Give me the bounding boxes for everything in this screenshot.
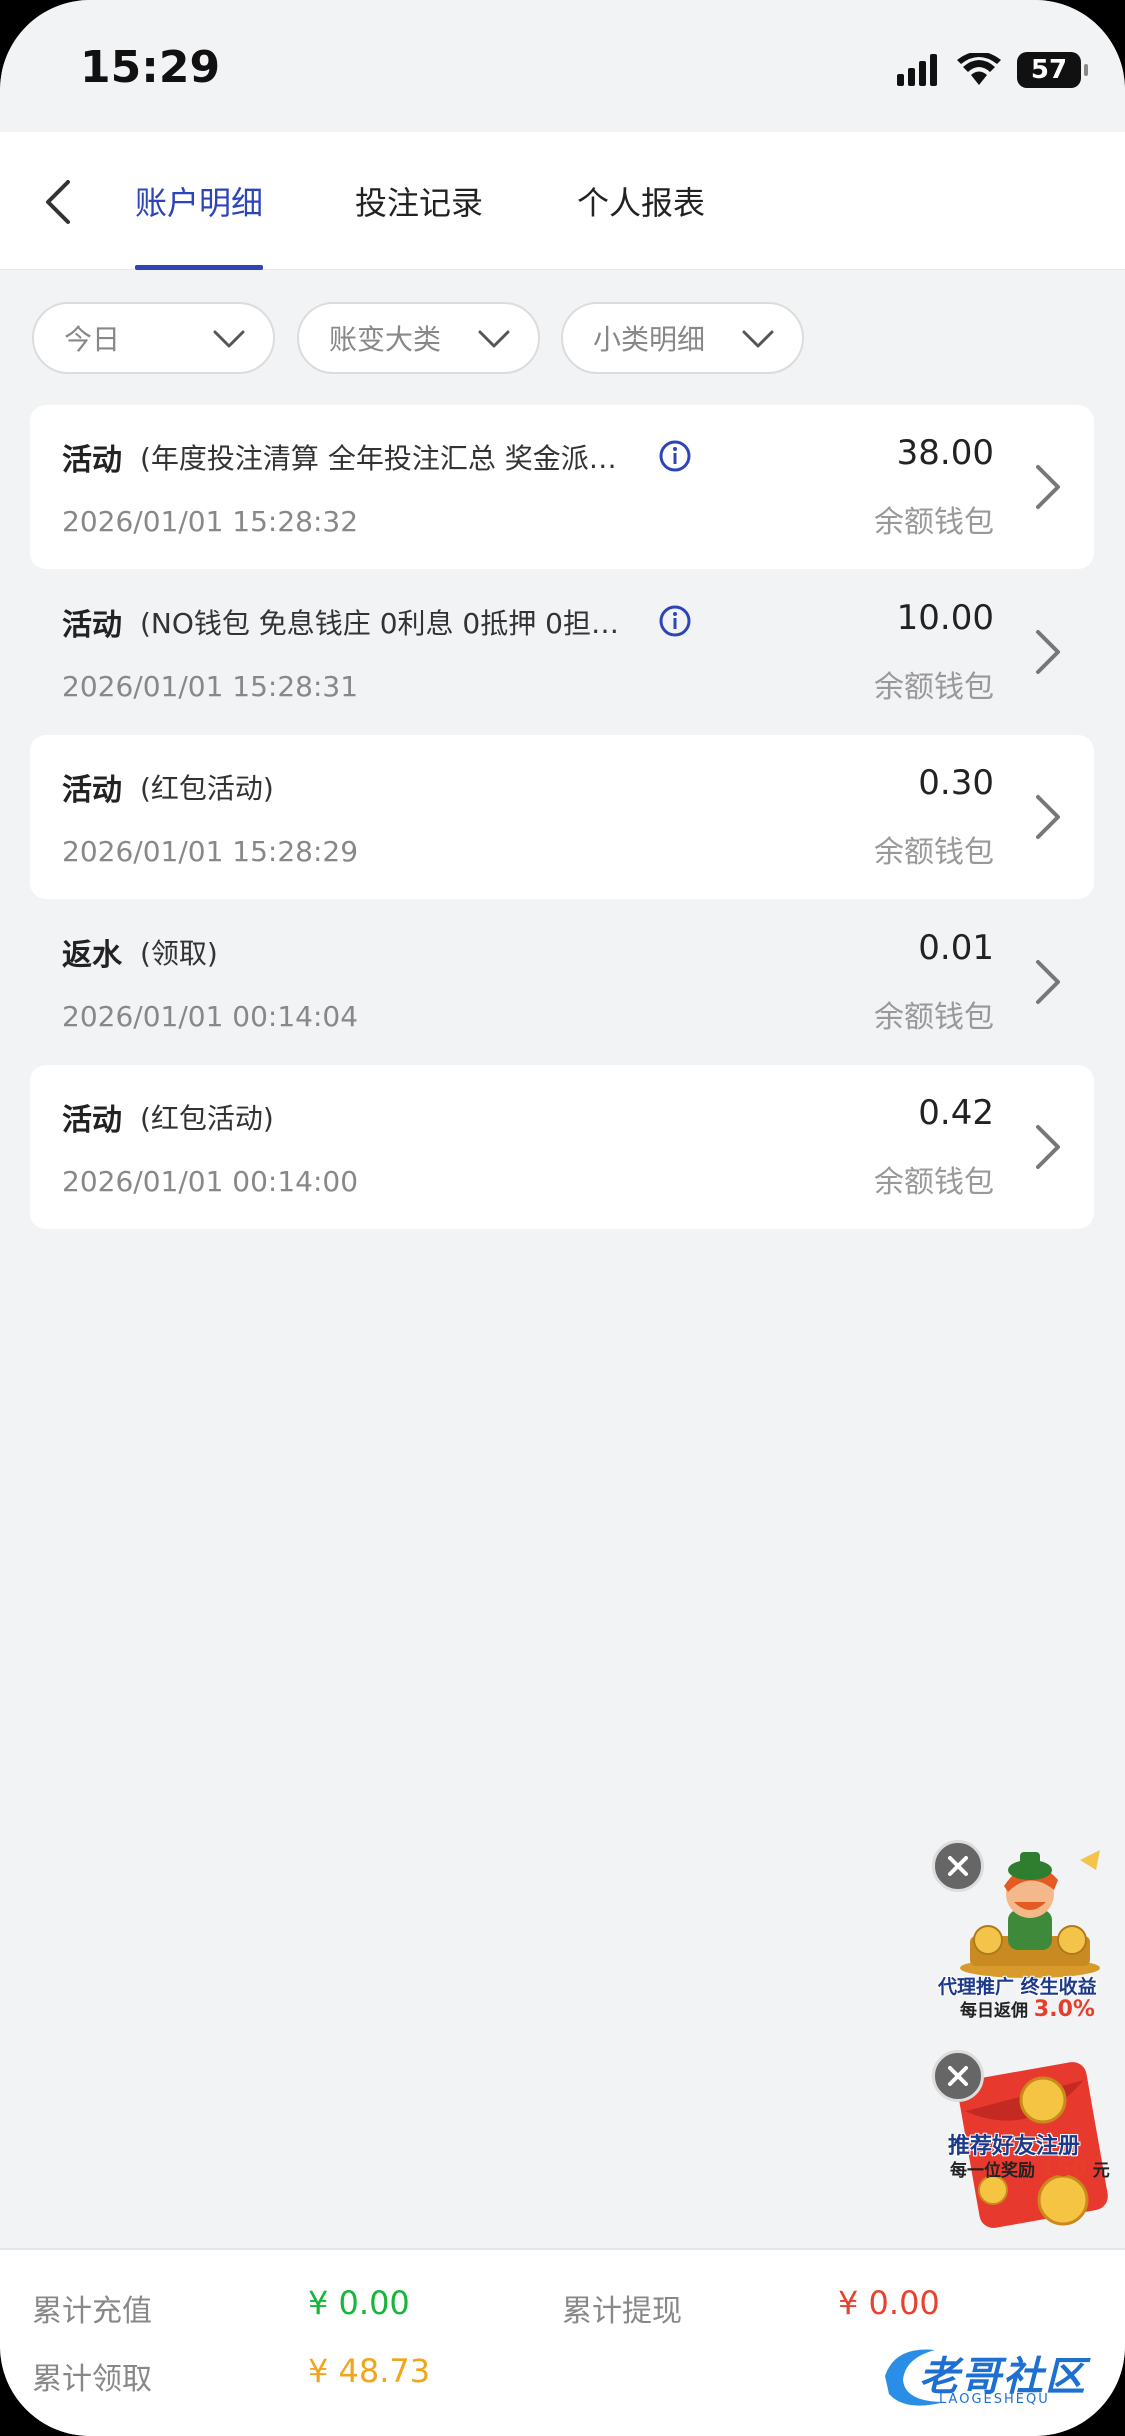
- filter-subcategory-dropdown[interactable]: 小类明细: [561, 302, 804, 374]
- list-item[interactable]: 活动 (年度投注清算 全年投注汇总 奖金派… 2026/01/01 15:28:…: [30, 405, 1094, 569]
- record-wallet: 余额钱包: [874, 1165, 994, 1200]
- promo-subline-suffix: 元: [1092, 2161, 1110, 2181]
- record-amount: 0.30: [918, 763, 994, 803]
- close-promo-button[interactable]: [932, 2050, 984, 2102]
- summary-footer: 累计充值 ¥ 0.00 累计提现 ¥ 0.00 累计领取 ¥ 48.73 老哥社…: [0, 2248, 1125, 2436]
- record-description: (红包活动): [140, 1102, 274, 1135]
- filter-label: 小类明细: [593, 323, 706, 356]
- tab-label: 个人报表: [577, 184, 706, 222]
- record-type: 活动: [62, 443, 122, 478]
- tab-bet-records[interactable]: 投注记录: [355, 178, 483, 270]
- list-item[interactable]: 活动 (红包活动) 2026/01/01 00:14:00 0.42 余额钱包: [30, 1065, 1094, 1229]
- record-time: 2026/01/01 00:14:04: [62, 1000, 359, 1033]
- promo-subline: 每日返佣 3.0%: [960, 1996, 1095, 2022]
- record-description: (红包活动): [140, 772, 274, 805]
- filter-label: 今日: [64, 323, 121, 356]
- active-tab-indicator: [135, 265, 264, 270]
- chevron-right-icon: [1036, 960, 1060, 1004]
- status-icons: 57: [897, 50, 1088, 90]
- total-withdraw-label: 累计提现: [562, 2294, 682, 2329]
- agent-promo-banner[interactable]: 代理推广 终生收益 每日返佣 3.0%: [930, 1840, 1120, 2022]
- status-bar: 15:29 57: [0, 0, 1125, 132]
- chevron-down-icon: [478, 330, 510, 348]
- chevron-right-icon: [1036, 1125, 1060, 1169]
- referral-promo-banner[interactable]: 推荐好友注册 每一位奖励 150 元: [930, 2050, 1120, 2230]
- total-withdraw-value: ¥ 0.00: [838, 2284, 940, 2322]
- chevron-down-icon: [213, 330, 245, 348]
- chevron-right-icon: [1036, 630, 1060, 674]
- close-promo-button[interactable]: [932, 1840, 984, 1892]
- close-icon: [948, 2066, 968, 2086]
- battery-icon: 57: [1017, 52, 1088, 88]
- record-amount: 38.00: [896, 433, 994, 473]
- record-wallet: 余额钱包: [874, 670, 994, 705]
- nav-header: 账户明细 投注记录 个人报表: [0, 132, 1125, 270]
- signal-icon: [897, 54, 937, 86]
- record-wallet: 余额钱包: [874, 1000, 994, 1035]
- promo-rate: 3.0%: [1033, 1997, 1095, 2022]
- total-claim-label: 累计领取: [32, 2362, 152, 2397]
- record-wallet: 余额钱包: [874, 835, 994, 870]
- promo-subline-prefix: 每日返佣: [960, 2001, 1028, 2021]
- promo-subline-prefix: 每一位奖励: [950, 2161, 1035, 2181]
- total-recharge-label: 累计充值: [32, 2294, 152, 2329]
- list-item[interactable]: 返水 (领取) 2026/01/01 00:14:04 0.01 余额钱包: [30, 900, 1094, 1064]
- record-type: 活动: [62, 1103, 122, 1138]
- record-time: 2026/01/01 15:28:29: [62, 835, 359, 868]
- record-time: 2026/01/01 15:28:31: [62, 670, 359, 703]
- record-wallet: 余额钱包: [874, 505, 994, 540]
- filter-date-dropdown[interactable]: 今日: [32, 302, 275, 374]
- record-time: 2026/01/01 15:28:32: [62, 505, 359, 538]
- back-icon[interactable]: [30, 172, 90, 232]
- total-recharge-value: ¥ 0.00: [308, 2284, 410, 2322]
- total-claim-value: ¥ 48.73: [308, 2352, 431, 2390]
- status-time: 15:29: [80, 42, 221, 93]
- record-type: 活动: [62, 608, 122, 643]
- chevron-right-icon: [1036, 795, 1060, 839]
- filter-category-dropdown[interactable]: 账变大类: [297, 302, 540, 374]
- wifi-icon: [957, 53, 1001, 85]
- app-screen: 15:29 57 账户明细 投注记录 个人报表 今日 账变大类 小类明细 活动 …: [0, 0, 1125, 2436]
- record-type: 活动: [62, 773, 122, 808]
- record-type: 返水: [62, 938, 122, 973]
- record-description: (领取): [140, 937, 218, 970]
- promo-reward: 150: [1040, 2157, 1087, 2182]
- info-icon[interactable]: [658, 604, 692, 638]
- promo-headline: 代理推广 终生收益: [938, 1976, 1097, 1998]
- info-icon[interactable]: [658, 439, 692, 473]
- list-item[interactable]: 活动 (NO钱包 免息钱庄 0利息 0抵押 0担… 2026/01/01 15:…: [30, 570, 1094, 734]
- filter-label: 账变大类: [329, 323, 442, 356]
- tab-personal-report[interactable]: 个人报表: [577, 178, 705, 270]
- promo-subline: 每一位奖励 150 元: [950, 2156, 1110, 2182]
- tab-label: 投注记录: [355, 184, 484, 222]
- chevron-down-icon: [742, 330, 774, 348]
- record-amount: 0.42: [918, 1093, 994, 1133]
- record-time: 2026/01/01 00:14:00: [62, 1165, 359, 1198]
- tab-label: 账户明细: [135, 184, 264, 222]
- list-item[interactable]: 活动 (红包活动) 2026/01/01 15:28:29 0.30 余额钱包: [30, 735, 1094, 899]
- tab-account-details[interactable]: 账户明细: [135, 178, 264, 270]
- record-amount: 0.01: [918, 928, 994, 968]
- watermark-logo: 老哥社区 LAOGESHEQU: [875, 2336, 1105, 2416]
- chevron-right-icon: [1036, 465, 1060, 509]
- close-icon: [948, 1856, 968, 1876]
- watermark-subtext: LAOGESHEQU: [939, 2392, 1050, 2407]
- record-description: (年度投注清算 全年投注汇总 奖金派…: [140, 442, 617, 475]
- record-amount: 10.00: [896, 598, 994, 638]
- record-description: (NO钱包 免息钱庄 0利息 0抵押 0担…: [140, 607, 619, 640]
